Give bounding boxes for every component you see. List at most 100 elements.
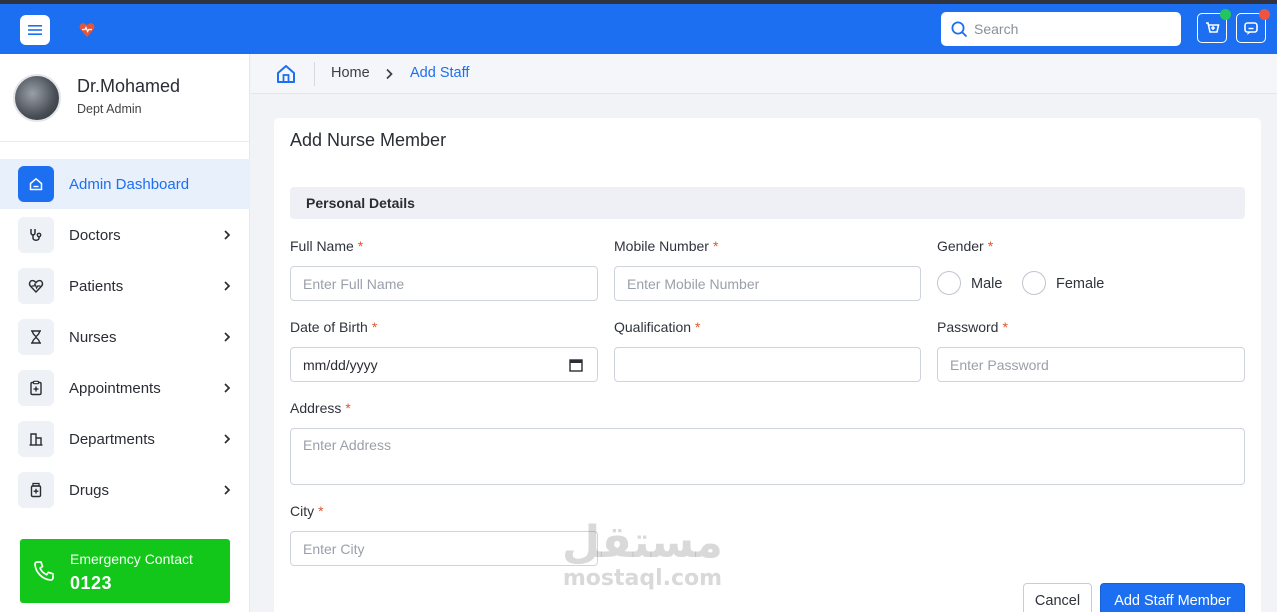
date-of-birth-label: Date of Birth * (290, 319, 377, 335)
required-mark: * (695, 319, 701, 335)
emergency-label: Emergency Contact (70, 551, 193, 567)
section-title: Personal Details (306, 195, 415, 211)
calendar-icon[interactable] (569, 358, 583, 372)
sidebar-item-label: Patients (69, 277, 124, 295)
sidebar: Dr.Mohamed Dept Admin Admin Dashboard Do… (0, 54, 250, 612)
hamburger-icon (28, 25, 42, 35)
city-label: City * (290, 503, 324, 519)
search-input[interactable] (974, 21, 1164, 37)
profile-role: Dept Admin (77, 102, 142, 116)
message-dot (1259, 9, 1270, 20)
sidebar-item-label: Doctors (69, 226, 121, 244)
logo-icon (79, 23, 95, 37)
password-label-text: Password (937, 319, 999, 335)
watermark: مستقل mostaql.com (562, 517, 723, 592)
building-icon (18, 421, 54, 457)
chevron-right-icon (224, 485, 231, 495)
address-label-text: Address (290, 400, 342, 416)
gender-male-radio[interactable] (937, 271, 961, 295)
search-icon (951, 21, 968, 37)
sidebar-item-label: Nurses (69, 328, 117, 346)
date-of-birth-input[interactable]: mm/dd/yyyy (290, 347, 598, 382)
address-textarea[interactable] (290, 428, 1245, 485)
chevron-right-icon (224, 281, 231, 291)
avatar[interactable] (13, 74, 61, 122)
chevron-right-icon (224, 332, 231, 342)
sidebar-item-label: Departments (69, 430, 155, 448)
sidebar-item-admin-dashboard[interactable]: Admin Dashboard (0, 159, 250, 209)
search-box[interactable] (941, 12, 1181, 46)
section-header: Personal Details (290, 187, 1245, 219)
full-name-input[interactable] (290, 266, 598, 301)
sidebar-item-label: Drugs (69, 481, 110, 499)
qualification-label: Qualification * (614, 319, 701, 335)
hourglass-icon (18, 319, 54, 355)
phone-icon (34, 561, 54, 581)
required-mark: * (987, 238, 994, 254)
user-profile: Dr.Mohamed Dept Admin (0, 54, 250, 142)
required-mark: * (1002, 319, 1008, 335)
emergency-number: 0123 (70, 573, 113, 593)
home-icon[interactable] (275, 63, 297, 85)
city-label-text: City (290, 503, 315, 519)
chevron-right-icon (224, 383, 231, 393)
sidebar-item-appointments[interactable]: Appointments (0, 363, 250, 413)
full-name-label-text: Full Name (290, 238, 354, 254)
stethoscope-icon (18, 217, 54, 253)
profile-name: Dr.Mohamed (77, 76, 181, 96)
chevron-right-icon (386, 68, 393, 80)
required-mark: * (371, 319, 378, 335)
notifications-button[interactable] (1197, 9, 1231, 43)
breadcrumb-current: Add Staff (410, 65, 470, 81)
chevron-right-icon (224, 230, 231, 240)
emergency-contact[interactable]: Emergency Contact 0123 (20, 539, 230, 603)
cart-plus-icon (1206, 22, 1220, 33)
sidebar-item-nurses[interactable]: Nurses (0, 312, 250, 362)
password-input[interactable] (937, 347, 1245, 382)
add-staff-member-button[interactable]: Add Staff Member (1100, 583, 1245, 612)
date-of-birth-value: mm/dd/yyyy (303, 356, 378, 373)
sidebar-item-label: Appointments (69, 379, 161, 397)
top-header (0, 4, 1277, 54)
add-staff-card: Add Nurse Member Personal Details Full N… (274, 118, 1261, 612)
notification-dot (1220, 9, 1231, 20)
medicine-bottle-icon (18, 472, 54, 508)
sidebar-item-doctors[interactable]: Doctors (0, 210, 250, 260)
watermark-latin: mostaql.com (562, 566, 723, 591)
sidebar-item-drugs[interactable]: Drugs (0, 465, 250, 515)
mobile-number-label-text: Mobile Number (614, 238, 709, 254)
messages-button[interactable] (1236, 9, 1270, 43)
sidebar-item-label: Admin Dashboard (69, 175, 190, 193)
chevron-right-icon (224, 434, 231, 444)
full-name-label: Full Name * (290, 238, 363, 254)
breadcrumb-divider (314, 62, 315, 86)
page-title: Add Nurse Member (290, 130, 447, 150)
cancel-button[interactable]: Cancel (1023, 583, 1092, 612)
city-input[interactable] (290, 531, 598, 566)
qualification-input[interactable] (614, 347, 921, 382)
gender-female-label: Female (1056, 276, 1105, 292)
password-label: Password * (937, 319, 1008, 335)
date-of-birth-label-text: Date of Birth (290, 319, 368, 335)
home-icon (18, 166, 54, 202)
gender-male-label: Male (971, 276, 1003, 292)
sidebar-item-patients[interactable]: Patients (0, 261, 250, 311)
gender-female-radio[interactable] (1022, 271, 1046, 295)
qualification-label-text: Qualification (614, 319, 692, 335)
required-mark: * (318, 503, 324, 519)
heart-pulse-icon (18, 268, 54, 304)
clipboard-plus-icon (18, 370, 54, 406)
mobile-number-input[interactable] (614, 266, 921, 301)
sidebar-item-departments[interactable]: Departments (0, 414, 250, 464)
address-label: Address * (290, 400, 351, 416)
breadcrumb: Home Add Staff (251, 54, 1277, 94)
breadcrumb-home-link[interactable]: Home (331, 65, 370, 81)
message-icon (1244, 22, 1258, 35)
required-mark: * (712, 238, 719, 254)
required-mark: * (357, 238, 364, 254)
watermark-arabic: مستقل (562, 517, 723, 568)
menu-toggle-button[interactable] (20, 15, 50, 45)
gender-label-text: Gender (937, 238, 984, 254)
gender-label: Gender * (937, 238, 993, 254)
mobile-number-label: Mobile Number * (614, 238, 718, 254)
